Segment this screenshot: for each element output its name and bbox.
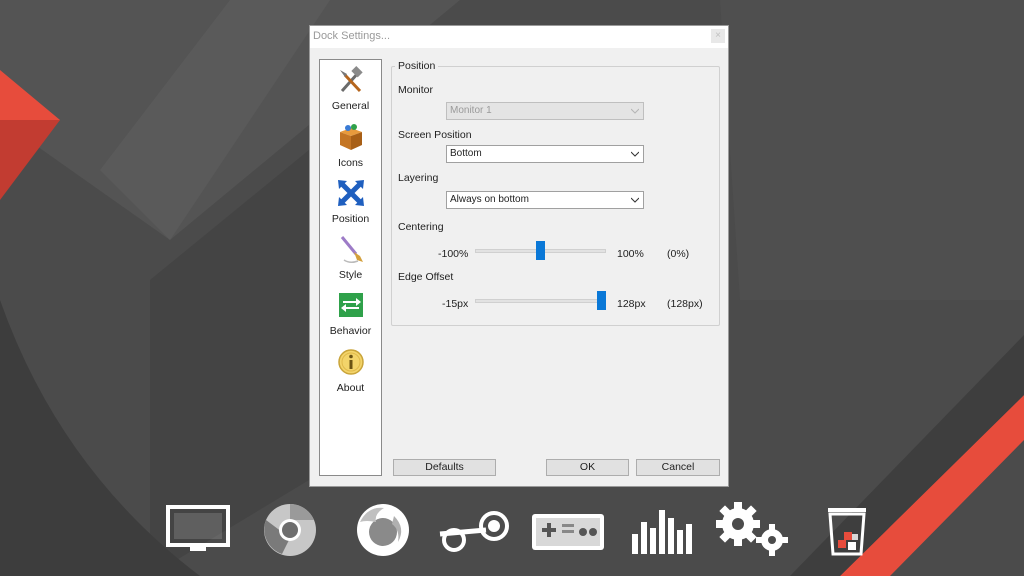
layering-select[interactable]: Always on bottom: [446, 191, 644, 209]
info-icon: [338, 349, 364, 375]
sidebar-item-label: Icons: [337, 157, 364, 169]
chrome-icon[interactable]: [262, 502, 318, 558]
title-bar: Dock Settings... ×: [310, 26, 728, 48]
sidebar-item-label: General: [331, 100, 370, 112]
layering-value: Always on bottom: [450, 194, 529, 205]
brush-icon: [340, 236, 363, 264]
centering-max-label: 100%: [617, 248, 644, 260]
chevron-down-icon: [631, 151, 639, 157]
edge-offset-label: Edge Offset: [398, 271, 454, 283]
monitor-icon[interactable]: [166, 505, 230, 555]
edge-offset-value: (128px): [667, 298, 703, 310]
sidebar-item-label: Style: [338, 269, 363, 281]
gears-icon[interactable]: [712, 500, 792, 558]
centering-label: Centering: [398, 221, 444, 233]
monitor-select: Monitor 1: [446, 102, 644, 120]
edge-offset-min-label: -15px: [442, 298, 469, 310]
box-icon: [340, 124, 362, 150]
ok-button[interactable]: OK: [546, 459, 629, 476]
centering-min-label: -100%: [438, 248, 469, 260]
chevron-down-icon: [631, 108, 639, 114]
trash-icon[interactable]: [826, 506, 868, 556]
edge-offset-max-label: 128px: [617, 298, 646, 310]
cancel-button[interactable]: Cancel: [636, 459, 720, 476]
sidebar-item-style[interactable]: Style: [320, 232, 381, 286]
defaults-button[interactable]: Defaults: [393, 459, 496, 476]
centering-slider-thumb[interactable]: [536, 241, 545, 260]
sidebar-item-about[interactable]: About: [320, 345, 381, 399]
sidebar-item-behavior[interactable]: Behavior: [320, 288, 381, 342]
centering-value: (0%): [667, 248, 690, 260]
sidebar-item-position[interactable]: Position: [320, 176, 381, 230]
sidebar-item-label: Position: [331, 213, 370, 225]
close-button[interactable]: ×: [711, 29, 725, 43]
sidebar-item-label: About: [336, 382, 365, 394]
layering-label: Layering: [398, 172, 439, 184]
dock-settings-dialog: Dock Settings... × General Icons Positio…: [309, 25, 729, 487]
screen-position-label: Screen Position: [398, 129, 472, 141]
monitor-label: Monitor: [398, 84, 434, 96]
equalizer-icon[interactable]: [630, 508, 692, 556]
firefox-icon[interactable]: [354, 502, 412, 558]
steam-icon[interactable]: [436, 510, 514, 554]
screen-position-select[interactable]: Bottom: [446, 145, 644, 163]
group-title: Position: [395, 60, 439, 72]
edge-offset-slider-thumb[interactable]: [597, 291, 606, 310]
edge-offset-slider-track[interactable]: [475, 299, 606, 303]
sidebar-item-icons[interactable]: Icons: [320, 120, 381, 174]
monitor-select-value: Monitor 1: [450, 105, 492, 116]
window-title: Dock Settings...: [313, 30, 391, 42]
sidebar-item-label: Behavior: [329, 325, 372, 337]
chevron-down-icon: [631, 197, 639, 203]
arrows-icon: [338, 180, 364, 206]
screen-position-value: Bottom: [450, 148, 482, 159]
switch-icon: [339, 293, 363, 317]
tools-icon: [340, 66, 363, 93]
sidebar-item-general[interactable]: General: [320, 63, 381, 117]
gamepad-icon[interactable]: [530, 510, 606, 554]
sidebar: General Icons Position Style Behavior Ab…: [319, 59, 382, 476]
